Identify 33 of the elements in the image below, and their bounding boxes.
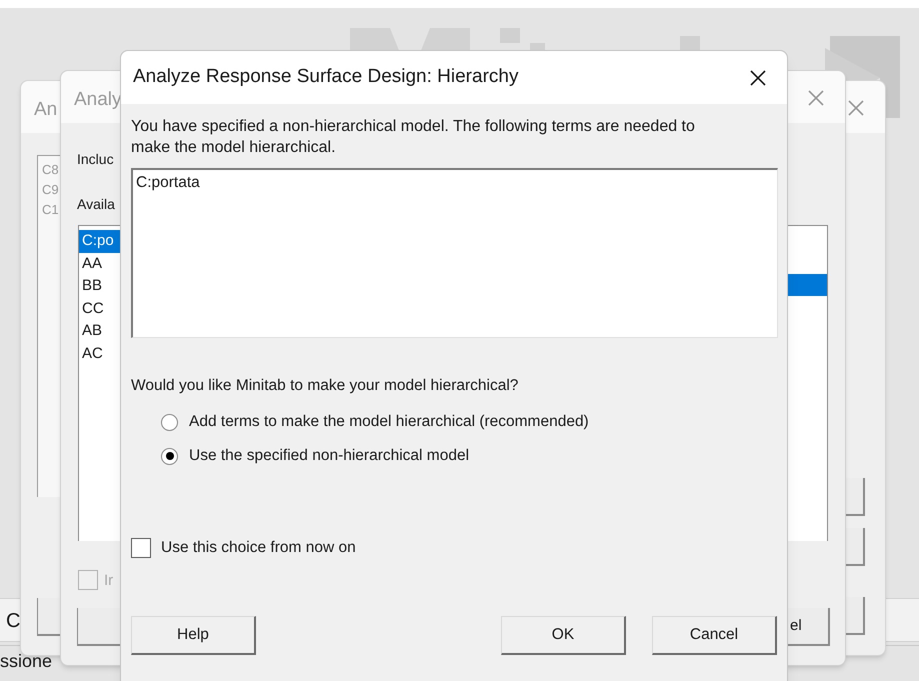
list-item[interactable]: CC bbox=[79, 298, 120, 320]
radio-button[interactable] bbox=[161, 414, 178, 430]
button[interactable] bbox=[845, 528, 865, 566]
dialog-button[interactable]: Cancel bbox=[652, 616, 777, 655]
available-label: Availa bbox=[77, 195, 115, 214]
list-item[interactable]: C:po bbox=[79, 230, 120, 252]
list-item[interactable]: AA bbox=[79, 252, 120, 275]
question-text: Would you like Minitab to make your model hierarchical? bbox=[131, 376, 520, 396]
column-header: C bbox=[6, 609, 20, 634]
radio-button[interactable] bbox=[161, 448, 178, 464]
partial-button[interactable]: el bbox=[788, 608, 830, 646]
button[interactable] bbox=[77, 608, 120, 646]
message-text: You have specified a non-hierarchical model. The following terms are needed to make the model hierarchical. bbox=[131, 117, 696, 158]
include-label: Incluc bbox=[77, 150, 114, 169]
term-item: C:portata bbox=[136, 173, 201, 193]
window-title: Analyze Response Surface Design: Hierarchy bbox=[133, 65, 518, 90]
help-button[interactable]: Help bbox=[131, 616, 256, 655]
button[interactable] bbox=[845, 597, 865, 635]
checkbox-label: Use this choice from now on bbox=[161, 538, 356, 558]
dialog-button[interactable]: OK bbox=[501, 616, 626, 655]
window-title: Analy bbox=[74, 88, 122, 112]
checkbox[interactable] bbox=[131, 538, 151, 558]
checkbox-label: Ir bbox=[104, 571, 114, 591]
selection-highlight bbox=[788, 274, 827, 296]
radio-label: Add terms to make the model hierarchical (recommended) bbox=[189, 412, 589, 432]
window-title: An bbox=[34, 98, 58, 122]
button[interactable] bbox=[37, 598, 60, 636]
button[interactable] bbox=[845, 478, 865, 516]
list-item[interactable]: BB bbox=[79, 275, 120, 298]
list-item[interactable]: AB bbox=[79, 320, 120, 342]
list-item[interactable]: AC bbox=[79, 342, 120, 365]
radio-label: Use the specified non-hierarchical model bbox=[189, 446, 470, 466]
sheet-tab-label: ssione bbox=[0, 650, 52, 673]
